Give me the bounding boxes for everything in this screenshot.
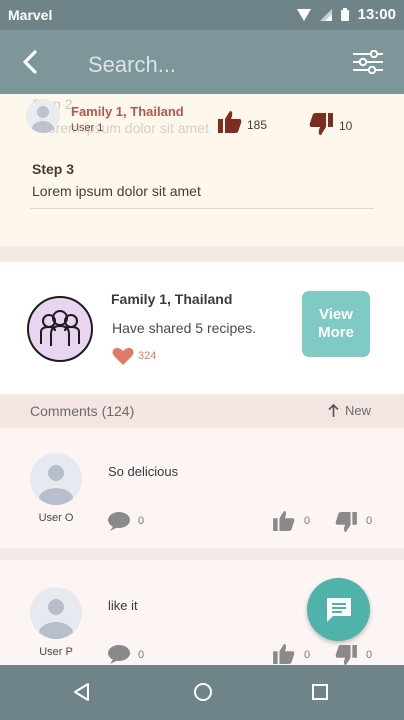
- overlay-user-name: User 1: [71, 122, 104, 134]
- sort-label: New: [345, 403, 372, 418]
- reply-bubble-icon[interactable]: [108, 512, 130, 532]
- thumbs-up-icon[interactable]: [273, 644, 295, 664]
- avatar[interactable]: [30, 453, 82, 505]
- like-count: 0: [304, 515, 311, 527]
- carrier-label: Marvel: [8, 7, 53, 23]
- thumbs-down-icon[interactable]: [335, 512, 357, 532]
- reply-count: 0: [138, 649, 145, 661]
- user-icon: [39, 465, 73, 505]
- square-recents-icon: [312, 684, 328, 700]
- chat-message-icon: [326, 597, 351, 622]
- android-nav-bar: [0, 665, 404, 720]
- status-icons: 13:00: [296, 6, 396, 23]
- user-icon: [32, 106, 54, 133]
- comment-text: So delicious: [108, 464, 179, 479]
- overlay-family-name: Family 1, Thailand: [71, 104, 184, 119]
- signal-icon: [319, 8, 332, 21]
- sort-new-button[interactable]: New: [328, 403, 371, 418]
- view-more-button[interactable]: View More: [302, 291, 370, 357]
- arrow-up-icon: [328, 404, 339, 417]
- dislike-count: 0: [366, 515, 373, 527]
- search-input[interactable]: Search...: [88, 52, 176, 78]
- status-bar: Marvel 13:00: [0, 0, 404, 30]
- dislike-count: 0: [366, 649, 373, 661]
- heart-icon[interactable]: [112, 346, 134, 366]
- search-bar: Search...: [0, 30, 404, 94]
- group-icon: [40, 310, 80, 346]
- divider: [30, 208, 374, 209]
- comments-count: Comments (124): [30, 403, 135, 419]
- family-avatar[interactable]: [27, 296, 93, 362]
- back-arrow-icon[interactable]: [18, 49, 44, 75]
- user-icon: [39, 599, 73, 639]
- comment-user: User P: [39, 646, 73, 658]
- circle-home-icon: [194, 683, 212, 701]
- nav-recents-button[interactable]: [305, 677, 335, 707]
- wifi-icon: [296, 8, 311, 21]
- clock: 13:00: [357, 6, 396, 23]
- thumbs-up-icon[interactable]: [218, 111, 242, 133]
- comment-user: User O: [38, 512, 74, 524]
- reply-count: 0: [138, 515, 145, 527]
- filter-sliders-icon[interactable]: [352, 50, 384, 74]
- avatar[interactable]: [30, 587, 82, 639]
- like-count: 185: [247, 118, 268, 132]
- thumbs-down-icon[interactable]: [309, 113, 333, 135]
- thumbs-up-icon[interactable]: [273, 511, 295, 531]
- triangle-back-icon: [74, 683, 89, 701]
- family-like-count: 324: [138, 350, 157, 362]
- nav-home-button[interactable]: [188, 677, 218, 707]
- like-count: 0: [304, 649, 311, 661]
- step-3-body: Lorem ipsum dolor sit amet: [32, 183, 201, 199]
- comment-fab-button[interactable]: [307, 578, 370, 641]
- comment-text: like it: [108, 598, 138, 613]
- thumbs-down-icon[interactable]: [335, 645, 357, 665]
- step-2-body: Lorem ipsum dolor sit amet: [40, 120, 209, 136]
- dislike-count: 10: [339, 119, 353, 133]
- family-name: Family 1, Thailand: [111, 291, 233, 307]
- reply-bubble-icon[interactable]: [108, 645, 130, 665]
- family-description: Have shared 5 recipes.: [112, 320, 256, 336]
- nav-back-button[interactable]: [67, 677, 97, 707]
- battery-icon: [340, 8, 349, 21]
- avatar[interactable]: [26, 99, 60, 133]
- step-3-title: Step 3: [32, 161, 75, 177]
